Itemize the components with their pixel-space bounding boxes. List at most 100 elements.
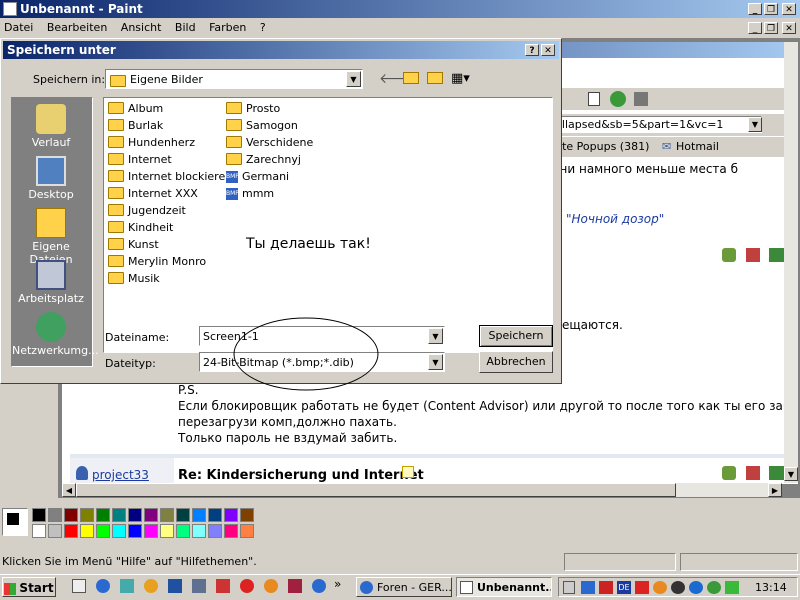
color-swatch[interactable]	[96, 508, 110, 522]
color-swatch[interactable]	[80, 524, 94, 538]
color-swatch[interactable]	[240, 524, 254, 538]
tray-icon[interactable]	[653, 581, 667, 594]
tray-icon[interactable]	[581, 581, 595, 594]
color-swatch[interactable]	[80, 508, 94, 522]
scroll-left-button[interactable]: ◀	[62, 483, 76, 497]
filetype-dropdown-button[interactable]: ▼	[428, 354, 443, 370]
folder-item[interactable]: Verschidene	[226, 134, 313, 151]
quicklaunch-icon[interactable]	[120, 579, 134, 593]
color-swatch[interactable]	[160, 524, 174, 538]
quicklaunch-icon[interactable]	[264, 579, 278, 593]
color-swatch[interactable]	[128, 508, 142, 522]
mdi-minimize-button[interactable]: _	[748, 22, 762, 34]
place-netzwerk[interactable]: Netzwerkumg...	[12, 312, 99, 357]
save-icon[interactable]	[288, 579, 302, 593]
help-icon[interactable]	[689, 581, 703, 594]
folder-item[interactable]: Internet blockieren	[108, 168, 232, 185]
speaker-icon[interactable]	[563, 581, 575, 594]
user-icon[interactable]	[722, 466, 736, 480]
print-icon[interactable]	[745, 466, 760, 480]
folder-item[interactable]: Jugendzeit	[108, 202, 232, 219]
hotmail-link[interactable]: Hotmail	[676, 140, 719, 153]
quote-link[interactable]: "Ночной дозор"	[566, 212, 664, 226]
place-eigene-dateien[interactable]: Eigene Dateien	[12, 208, 90, 266]
author-link[interactable]: project33	[92, 468, 149, 482]
quicklaunch-icon[interactable]	[72, 579, 86, 593]
folder-item[interactable]: Burlak	[108, 117, 232, 134]
filename-dropdown-button[interactable]: ▼	[428, 328, 443, 344]
color-swatch[interactable]	[160, 508, 174, 522]
menu-help[interactable]: ?	[260, 21, 266, 34]
quicklaunch-icon[interactable]	[240, 579, 254, 593]
save-button[interactable]: Speichern	[479, 325, 553, 347]
clock[interactable]: 13:14	[755, 578, 787, 596]
dialog-close-button[interactable]: ✕	[541, 44, 555, 56]
file-item[interactable]: BMP Germani	[226, 168, 313, 185]
folder-item[interactable]: Prosto	[226, 100, 313, 117]
browser-mail-icon[interactable]	[634, 92, 648, 106]
color-swatch[interactable]	[128, 524, 142, 538]
color-swatch[interactable]	[224, 524, 238, 538]
place-arbeitsplatz[interactable]: Arbeitsplatz	[12, 260, 90, 305]
menu-farben[interactable]: Farben	[209, 21, 246, 34]
color-swatch[interactable]	[176, 524, 190, 538]
color-swatch[interactable]	[208, 524, 222, 538]
color-swatch[interactable]	[112, 508, 126, 522]
mdi-close-button[interactable]: ✕	[782, 22, 796, 34]
scroll-down-button[interactable]: ▼	[784, 467, 798, 481]
folder-item[interactable]: Musik	[108, 270, 232, 287]
ie-icon[interactable]	[312, 579, 326, 593]
menu-datei[interactable]: Datei	[4, 21, 33, 34]
tray-icon[interactable]	[635, 581, 649, 594]
color-swatch[interactable]	[96, 524, 110, 538]
scroll-right-button[interactable]: ▶	[768, 483, 782, 497]
color-swatch[interactable]	[176, 508, 190, 522]
browser-icq-icon[interactable]	[610, 91, 626, 107]
language-icon[interactable]: DE	[617, 581, 631, 594]
minimize-button[interactable]: _	[748, 3, 762, 15]
word-icon[interactable]	[168, 579, 182, 593]
current-colors[interactable]	[2, 508, 28, 536]
menu-ansicht[interactable]: Ansicht	[121, 21, 162, 34]
color-swatch[interactable]	[32, 524, 46, 538]
quicklaunch-icon[interactable]	[216, 579, 230, 593]
view-menu-icon[interactable]: ▦▾	[451, 71, 470, 86]
cancel-button[interactable]: Abbrechen	[479, 351, 553, 373]
foreground-color[interactable]	[6, 512, 20, 526]
color-swatch[interactable]	[144, 524, 158, 538]
color-swatch[interactable]	[32, 508, 46, 522]
folder-item[interactable]: Hundenherz	[108, 134, 232, 151]
reply-title[interactable]: Re: Kindersicherung und Internet	[178, 468, 424, 483]
place-desktop[interactable]: Desktop	[12, 156, 90, 201]
tray-icon[interactable]	[599, 581, 613, 594]
color-swatch[interactable]	[48, 508, 62, 522]
tray-icon[interactable]	[671, 581, 685, 594]
color-swatch[interactable]	[64, 524, 78, 538]
dialog-help-button[interactable]: ?	[525, 44, 539, 56]
scroll-thumb[interactable]	[76, 483, 676, 497]
menu-bild[interactable]: Bild	[175, 21, 196, 34]
place-verlauf[interactable]: Verlauf	[12, 104, 90, 149]
folder-item[interactable]: Merylin Monro	[108, 253, 232, 270]
color-swatch[interactable]	[192, 524, 206, 538]
quicklaunch-icon[interactable]	[192, 579, 206, 593]
save-in-combo[interactable]: Eigene Bilder ▼	[105, 69, 363, 89]
folder-item[interactable]: Album	[108, 100, 232, 117]
folder-item[interactable]: Zarechnyj	[226, 151, 313, 168]
task-paint[interactable]: Unbenannt...	[456, 577, 552, 597]
color-swatch[interactable]	[144, 508, 158, 522]
mdi-restore-button[interactable]: ❐	[764, 22, 778, 34]
color-swatch[interactable]	[64, 508, 78, 522]
folder-item[interactable]: Internet	[108, 151, 232, 168]
folder-item[interactable]: Kindheit	[108, 219, 232, 236]
user-icon[interactable]	[722, 248, 736, 262]
tray-icon[interactable]	[725, 581, 739, 594]
chevron-right-icon[interactable]: »	[334, 577, 341, 591]
maximize-button[interactable]: ❐	[764, 3, 778, 15]
color-swatch[interactable]	[112, 524, 126, 538]
folder-item[interactable]: Kunst	[108, 236, 232, 253]
up-folder-icon[interactable]	[403, 72, 419, 84]
folder-item[interactable]: Samogon	[226, 117, 313, 134]
task-foren[interactable]: Foren - GER...	[356, 577, 452, 597]
color-swatch[interactable]	[224, 508, 238, 522]
